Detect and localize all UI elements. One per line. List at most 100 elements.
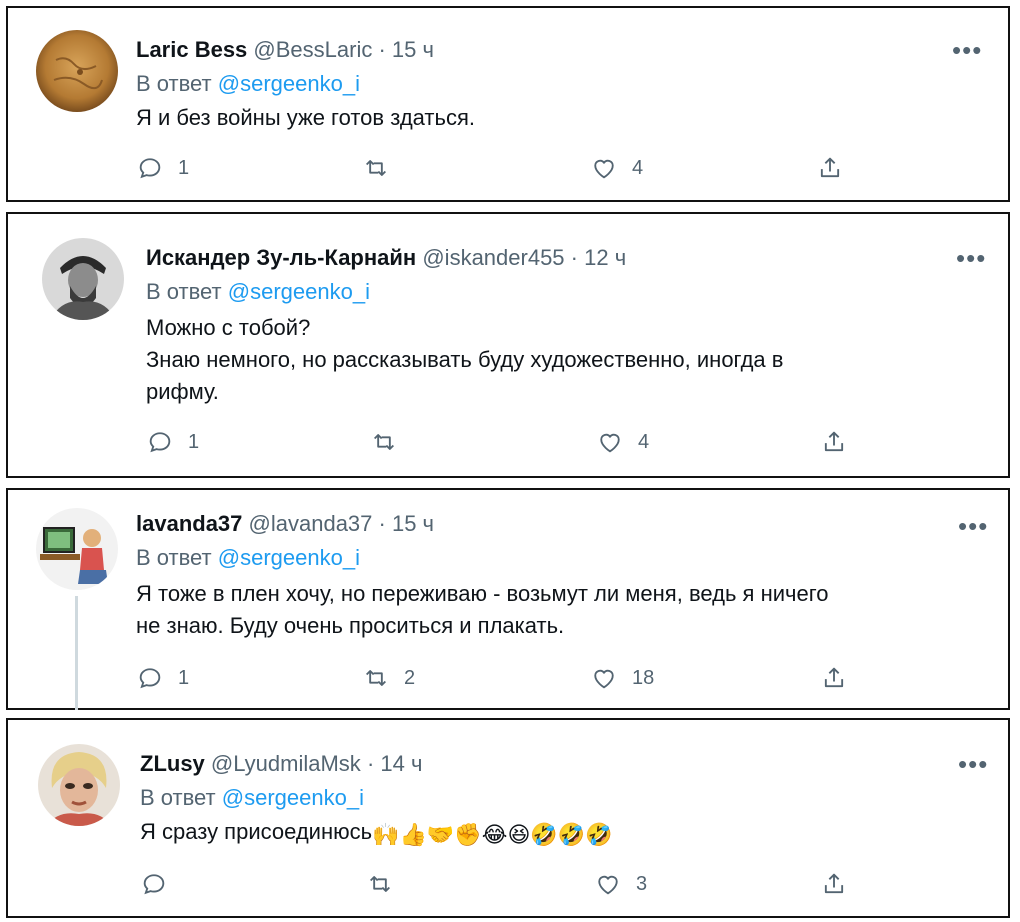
author-handle[interactable]: @iskander455 [422,245,564,270]
emoji: 🙌 [372,822,400,847]
share-button[interactable] [820,870,848,898]
emoji: 🤣 [585,822,613,847]
avatar-image [36,508,118,590]
emoji: 🤣 [557,822,586,847]
retweet-button[interactable] [366,870,408,898]
tweet-text: Можно с тобой? Знаю немного, но рассказы… [146,312,783,408]
reply-context: В ответ @sergeenko_i [136,544,360,572]
reply-mention[interactable]: @sergeenko_i [222,785,364,810]
retweet-count: 2 [404,666,416,689]
retweet-icon [374,434,394,450]
tweet-header: ZLusy @LyudmilaMsk · 14 ч [140,750,422,778]
emoji: ✊ [454,822,482,847]
like-count: 3 [636,872,648,895]
share-button[interactable] [816,154,844,182]
reply-prefix: В ответ [140,785,216,810]
retweet-button[interactable] [362,154,404,182]
tweet-text-line: Я сразу присоединюсь [140,819,373,844]
tweet-text-line: Я и без войны уже готов здаться. [136,105,475,130]
share-icon [824,431,844,452]
tweet-time[interactable]: · 15 ч [378,37,433,62]
heart-icon [600,433,620,453]
reply-context: В ответ @sergeenko_i [146,278,370,306]
more-icon[interactable]: ••• [958,513,988,539]
like-button[interactable]: 4 [590,154,643,182]
like-count: 18 [632,666,655,689]
avatar-image [42,238,124,320]
share-icon [820,157,840,178]
reply-mention[interactable]: @sergeenko_i [218,71,360,96]
tweet-time[interactable]: · 12 ч [571,245,626,270]
tweet-text-line: Можно с тобой? [146,315,311,340]
reply-count: 1 [188,430,200,453]
share-button[interactable] [820,428,848,456]
share-icon [824,667,844,688]
like-count: 4 [638,430,650,453]
reply-button[interactable]: 1 [136,154,189,182]
tweet-header: lavanda37 @lavanda37 · 15 ч [136,510,434,538]
author-name[interactable]: Искандер Зу-ль-Карнайн [146,245,416,270]
share-button[interactable] [820,664,848,692]
author-handle[interactable]: @LyudmilaMsk [211,751,361,776]
emoji: 😂 [481,822,508,847]
tweet-text: Я и без войны уже готов здаться. [136,102,475,134]
avatar-image [38,744,120,826]
thread-line [75,596,78,710]
reply-prefix: В ответ [146,279,222,304]
tweet-text: Я сразу присоединюсь🙌👍🤝✊😂😆🤣🤣🤣 [140,816,613,851]
reply-icon [149,432,171,453]
author-name[interactable]: lavanda37 [136,511,242,536]
tweet-header: Laric Bess @BessLaric · 15 ч [136,36,434,64]
reply-icon [139,668,161,689]
reply-context: В ответ @sergeenko_i [136,70,360,98]
reply-prefix: В ответ [136,71,212,96]
tweet-header: Искандер Зу-ль-Карнайн @iskander455 · 12… [146,244,626,272]
emoji: 😆 [507,822,531,847]
reply-count: 1 [178,666,190,689]
reply-mention[interactable]: @sergeenko_i [218,545,360,570]
tweet-time[interactable]: · 15 ч [379,511,434,536]
retweet-icon [370,876,390,892]
avatar-image [36,30,118,112]
emoji: 🤝 [426,822,455,847]
share-icon [824,873,844,894]
author-name[interactable]: Laric Bess [136,37,247,62]
retweet-button[interactable] [370,428,412,456]
avatar[interactable] [38,744,120,826]
avatar[interactable] [42,238,124,320]
tweet-time[interactable]: · 14 ч [367,751,422,776]
author-handle[interactable]: @lavanda37 [249,511,373,536]
emoji: 🤣 [530,822,558,847]
tweet-text-line: не знаю. Буду очень проситься и плакать. [136,613,565,638]
author-handle[interactable]: @BessLaric [253,37,372,62]
more-icon[interactable]: ••• [958,751,988,777]
more-icon[interactable]: ••• [956,245,986,271]
reply-icon [143,874,165,895]
avatar[interactable] [36,30,118,112]
avatar[interactable] [36,508,118,590]
like-button[interactable]: 3 [594,870,647,898]
reply-button[interactable]: 1 [146,428,199,456]
reply-context: В ответ @sergeenko_i [140,784,364,812]
heart-icon [598,875,618,895]
tweet-text: Я тоже в плен хочу, но переживаю - возьм… [136,578,828,642]
like-button[interactable]: 18 [590,664,654,692]
reply-count: 1 [178,156,190,179]
retweet-icon [366,160,386,176]
tweet-text-line: Знаю немного, но рассказывать буду худож… [146,347,784,372]
tweet-card[interactable]: Искандер Зу-ль-Карнайн @iskander455 · 12… [6,212,1010,478]
retweet-button[interactable]: 2 [362,664,415,692]
author-name[interactable]: ZLusy [140,751,205,776]
retweet-icon [366,670,386,686]
like-count: 4 [632,156,644,179]
reply-mention[interactable]: @sergeenko_i [228,279,370,304]
tweet-card[interactable]: lavanda37 @lavanda37 · 15 ч ••• В ответ … [6,488,1010,710]
like-button[interactable]: 4 [596,428,649,456]
tweet-card[interactable]: ZLusy @LyudmilaMsk · 14 ч ••• В ответ @s… [6,718,1010,918]
heart-icon [594,159,614,179]
reply-button[interactable] [140,870,182,898]
tweet-card[interactable]: Laric Bess @BessLaric · 15 ч ••• В ответ… [6,6,1010,202]
reply-button[interactable]: 1 [136,664,189,692]
more-icon[interactable]: ••• [952,37,982,63]
tweet-text-line: Я тоже в плен хочу, но переживаю - возьм… [136,581,829,606]
